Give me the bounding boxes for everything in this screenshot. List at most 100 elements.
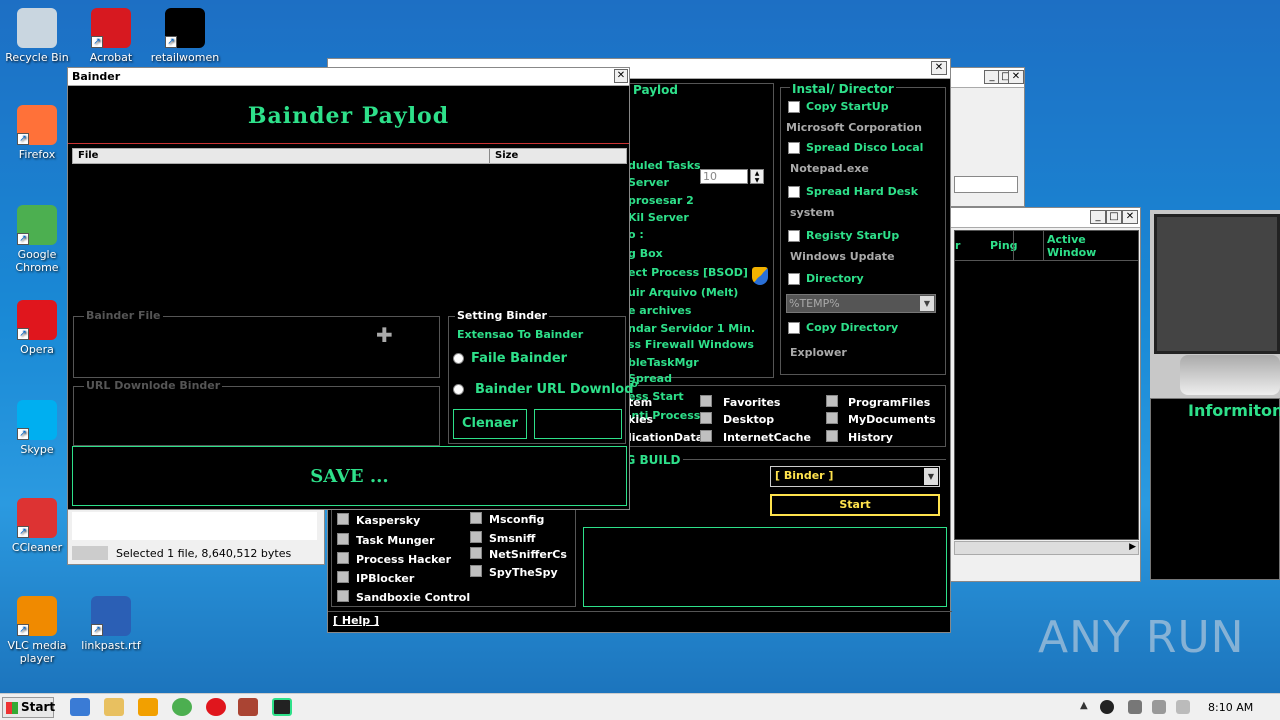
network-icon[interactable] bbox=[1128, 700, 1142, 714]
plus-icon[interactable]: ✚ bbox=[376, 323, 393, 347]
stealer-option[interactable]: tem bbox=[628, 396, 652, 409]
radio-url-label[interactable]: Bainder URL Downlod bbox=[475, 382, 634, 397]
payload-option[interactable]: prosesar 2 bbox=[628, 194, 694, 207]
opera-icon[interactable] bbox=[206, 698, 226, 716]
killer-option[interactable]: IPBlocker bbox=[356, 572, 414, 585]
killer-option[interactable]: Msconfig bbox=[489, 513, 544, 526]
start-button[interactable]: Start bbox=[770, 494, 940, 516]
desktop-icon[interactable]: Recycle Bin bbox=[2, 8, 72, 64]
media-player-icon[interactable] bbox=[138, 698, 158, 716]
payload-option[interactable]: g Box bbox=[628, 247, 663, 260]
build-select[interactable]: [ Binder ] ▼ bbox=[770, 466, 940, 487]
payload-option[interactable]: Spread bbox=[628, 372, 672, 385]
checkbox[interactable] bbox=[470, 531, 482, 543]
killer-option[interactable]: Task Munger bbox=[356, 534, 435, 547]
stealer-option[interactable]: Desktop bbox=[723, 413, 774, 426]
checkbox[interactable] bbox=[700, 412, 712, 424]
folder-icon[interactable] bbox=[104, 698, 124, 716]
payload-option[interactable]: uir Arquivo (Melt) bbox=[628, 286, 738, 299]
flag-icon[interactable] bbox=[1176, 700, 1190, 714]
desktop-icon[interactable]: ↗ retailwomen bbox=[150, 8, 220, 64]
desktop-icon[interactable]: ↗ Opera bbox=[2, 300, 72, 356]
directory-select[interactable]: %TEMP% ▼ bbox=[786, 294, 936, 313]
ie-icon[interactable] bbox=[70, 698, 90, 716]
payload-option[interactable]: ect Process [BSOD] bbox=[628, 266, 748, 279]
payload-option[interactable]: ndar Servidor 1 Min. bbox=[628, 322, 755, 335]
payload-option[interactable]: ss Firewall Windows bbox=[628, 338, 754, 351]
checkbox[interactable] bbox=[337, 552, 349, 564]
client-table[interactable]: r Ping Active Window bbox=[954, 230, 1139, 540]
payload-option[interactable]: Server bbox=[628, 176, 669, 189]
checkbox[interactable] bbox=[788, 186, 800, 198]
close-icon[interactable]: ✕ bbox=[614, 69, 628, 83]
checkbox[interactable] bbox=[826, 395, 838, 407]
stealer-option[interactable]: licationData bbox=[628, 431, 703, 444]
radio-faile-label[interactable]: Faile Bainder bbox=[471, 351, 567, 366]
killer-option[interactable]: Smsniff bbox=[489, 532, 535, 545]
tray-app-icon[interactable] bbox=[1100, 700, 1114, 714]
desktop-icon[interactable]: ↗ Skype bbox=[2, 400, 72, 456]
checkbox[interactable] bbox=[470, 512, 482, 524]
checkbox[interactable] bbox=[788, 101, 800, 113]
app-icon[interactable] bbox=[238, 698, 258, 716]
file-list[interactable] bbox=[72, 165, 627, 307]
checkbox[interactable] bbox=[788, 322, 800, 334]
payload-option[interactable]: Kil Server bbox=[628, 211, 689, 224]
payload-option[interactable]: e archives bbox=[628, 304, 691, 317]
volume-icon[interactable] bbox=[1152, 700, 1166, 714]
extension-input[interactable] bbox=[534, 409, 622, 439]
stealer-option[interactable]: InternetCache bbox=[723, 431, 811, 444]
install-option-label[interactable]: Copy StartUp bbox=[806, 100, 889, 113]
killer-option[interactable]: NetSnifferCs bbox=[489, 548, 567, 561]
help-link[interactable]: [ Help ] bbox=[333, 614, 379, 627]
desktop-icon[interactable]: ↗ Firefox bbox=[2, 105, 72, 161]
install-option-label[interactable]: Registy StarUp bbox=[806, 229, 899, 242]
horizontal-scrollbar[interactable]: ▶ bbox=[954, 541, 1139, 555]
clear-button[interactable]: Clenaer bbox=[453, 409, 527, 439]
killer-option[interactable]: SpyTheSpy bbox=[489, 566, 558, 579]
close-icon[interactable]: ✕ bbox=[931, 61, 947, 75]
checkbox[interactable] bbox=[788, 142, 800, 154]
stealer-option[interactable]: MyDocuments bbox=[848, 413, 936, 426]
chrome-icon[interactable] bbox=[172, 698, 192, 716]
checkbox[interactable] bbox=[337, 513, 349, 525]
clock[interactable]: 8:10 AM bbox=[1208, 701, 1253, 714]
stealer-option[interactable]: Favorites bbox=[723, 396, 780, 409]
checkbox[interactable] bbox=[700, 395, 712, 407]
save-button[interactable]: SAVE ... bbox=[72, 446, 627, 506]
column-header[interactable]: r bbox=[955, 239, 960, 252]
stealer-option[interactable]: kies bbox=[628, 413, 653, 426]
desktop-icon[interactable]: ↗ Google Chrome bbox=[2, 205, 72, 274]
payload-option[interactable]: bleTaskMgr bbox=[628, 356, 699, 369]
checkbox[interactable] bbox=[826, 430, 838, 442]
checkbox[interactable] bbox=[788, 230, 800, 242]
close-icon[interactable]: ✕ bbox=[1122, 210, 1138, 224]
app-icon-active[interactable] bbox=[272, 698, 292, 716]
chevron-down-icon[interactable]: ▼ bbox=[924, 468, 938, 485]
radio-url[interactable] bbox=[453, 384, 464, 395]
start-button[interactable]: Start bbox=[2, 697, 55, 718]
killer-option[interactable]: Process Hacker bbox=[356, 553, 451, 566]
url-box[interactable]: URL Downlode Binder bbox=[73, 379, 440, 446]
desktop-icon[interactable]: ↗ VLC media player bbox=[2, 596, 72, 665]
checkbox[interactable] bbox=[337, 533, 349, 545]
install-option-label[interactable]: Directory bbox=[806, 272, 864, 285]
install-option-label[interactable]: Copy Directory bbox=[806, 321, 898, 334]
checkbox[interactable] bbox=[788, 273, 800, 285]
checkbox[interactable] bbox=[826, 412, 838, 424]
chevron-down-icon[interactable]: ▼ bbox=[920, 296, 934, 311]
desktop-icon[interactable]: ↗ CCleaner bbox=[2, 498, 72, 554]
desktop-icon[interactable]: ↗ Acrobat bbox=[76, 8, 146, 64]
payload-option[interactable]: o : bbox=[628, 228, 644, 241]
maximize-icon[interactable]: □ bbox=[1106, 210, 1122, 224]
desktop-icon[interactable]: ↗ linkpast.rtf bbox=[76, 596, 146, 652]
tray-arrow-icon[interactable]: ▲ bbox=[1080, 700, 1088, 711]
killer-option[interactable]: Sandboxie Control bbox=[356, 591, 470, 604]
stealer-option[interactable]: ProgramFiles bbox=[848, 396, 930, 409]
stealer-option[interactable]: History bbox=[848, 431, 893, 444]
binder-file-box[interactable]: Bainder File ✚ bbox=[73, 309, 440, 378]
checkbox[interactable] bbox=[337, 571, 349, 583]
close-icon[interactable]: ✕ bbox=[1008, 70, 1024, 84]
dropdown[interactable] bbox=[954, 176, 1018, 193]
radio-faile[interactable] bbox=[453, 353, 464, 364]
